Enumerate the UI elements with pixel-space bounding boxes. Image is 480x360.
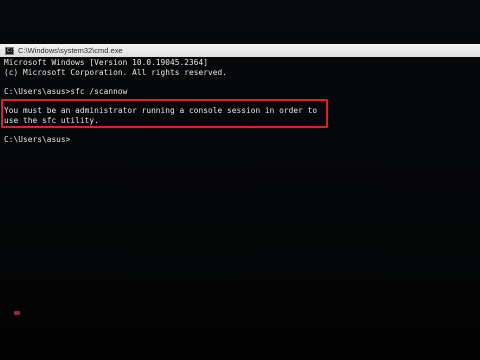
window-title: C:\Windows\system32\cmd.exe	[18, 46, 123, 55]
console-line-command: C:\Users\asus>sfc /scannow	[4, 86, 128, 96]
screen-shading	[0, 250, 480, 360]
console-line-version: Microsoft Windows [Version 10.0.19045.23…	[4, 58, 208, 67]
window-titlebar[interactable]: C:\ C:\Windows\system32\cmd.exe	[0, 44, 480, 57]
error-highlight-box	[1, 99, 328, 128]
console-line-copyright: (c) Microsoft Corporation. All rights re…	[4, 67, 227, 77]
screen-reflection-mark	[14, 311, 20, 315]
cmd-icon: C:\	[5, 46, 17, 55]
monitor-screen: C:\ C:\Windows\system32\cmd.exe Microsof…	[0, 0, 480, 360]
console-prompt[interactable]: C:\Users\asus>	[4, 135, 480, 145]
